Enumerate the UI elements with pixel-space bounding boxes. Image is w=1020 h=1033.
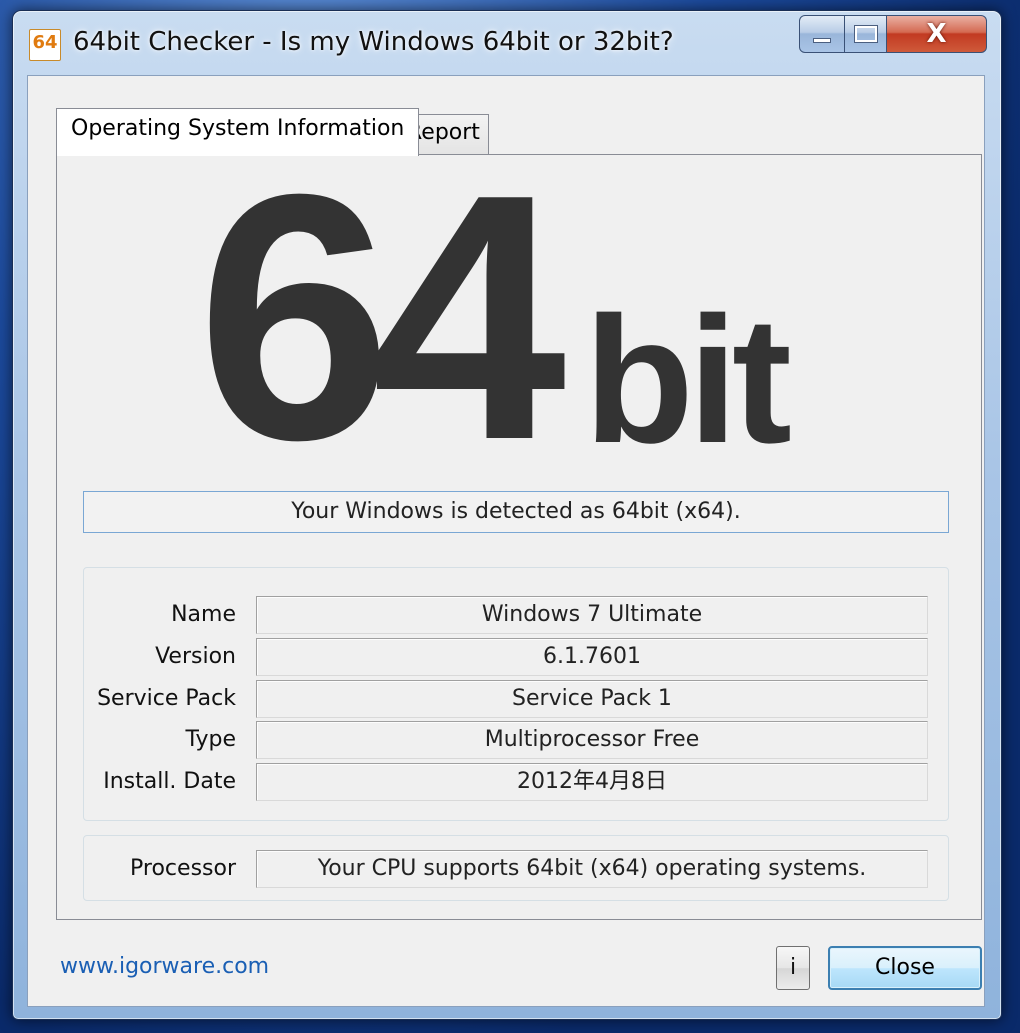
os-info-panel: 64 bit Your Windows is detected as 64bit… [56,143,982,920]
os-details-group: Name Windows 7 Ultimate Version 6.1.7601… [83,567,949,821]
app-64bit-icon: 64 [29,29,61,61]
processor-row: Processor Your CPU supports 64bit (x64) … [84,850,948,888]
window-title: 64bit Checker - Is my Windows 64bit or 3… [73,27,674,57]
os-version-label: Version [155,644,236,669]
client-area: Operating System Information Report 64 b… [27,75,985,1007]
app-window: 64 64bit Checker - Is my Windows 64bit o… [12,10,1002,1020]
os-name-row: Name Windows 7 Ultimate [84,596,948,634]
install-date-label: Install. Date [103,769,236,794]
os-version-field[interactable]: 6.1.7601 [256,638,928,676]
close-window-button[interactable]: X [887,15,987,53]
processor-field[interactable]: Your CPU supports 64bit (x64) operating … [256,850,928,888]
install-date-field[interactable]: 2012年4月8日 [256,763,928,801]
service-pack-label: Service Pack [97,686,236,711]
maximize-button[interactable] [845,15,887,53]
processor-label: Processor [130,856,236,881]
igorware-link[interactable]: www.igorware.com [60,954,269,979]
close-icon: X [926,19,947,49]
app-icon-text: 64 [32,32,58,53]
os-version-row: Version 6.1.7601 [84,638,948,676]
maximize-icon [854,26,877,42]
title-bar[interactable]: 64 64bit Checker - Is my Windows 64bit o… [13,11,1001,73]
detected-status: Your Windows is detected as 64bit (x64). [83,491,949,533]
tab-operating-system-information[interactable]: Operating System Information [56,108,420,156]
install-date-row: Install. Date 2012年4月8日 [84,763,948,801]
bitness-badge: 64 bit [197,143,817,493]
os-name-field[interactable]: Windows 7 Ultimate [256,596,928,634]
service-pack-field[interactable]: Service Pack 1 [256,680,928,718]
service-pack-row: Service Pack Service Pack 1 [84,680,948,718]
minimize-icon [813,37,831,43]
os-type-row: Type Multiprocessor Free [84,721,948,759]
processor-group: Processor Your CPU supports 64bit (x64) … [83,835,949,901]
os-name-label: Name [171,602,236,627]
info-button[interactable]: i [776,946,810,990]
os-type-label: Type [185,727,236,752]
os-type-field[interactable]: Multiprocessor Free [256,721,928,759]
caption-buttons: X [799,15,987,53]
minimize-button[interactable] [799,15,845,53]
bitness-unit: bit [584,280,792,481]
close-button[interactable]: Close [828,946,982,990]
bitness-number: 64 [197,122,566,513]
